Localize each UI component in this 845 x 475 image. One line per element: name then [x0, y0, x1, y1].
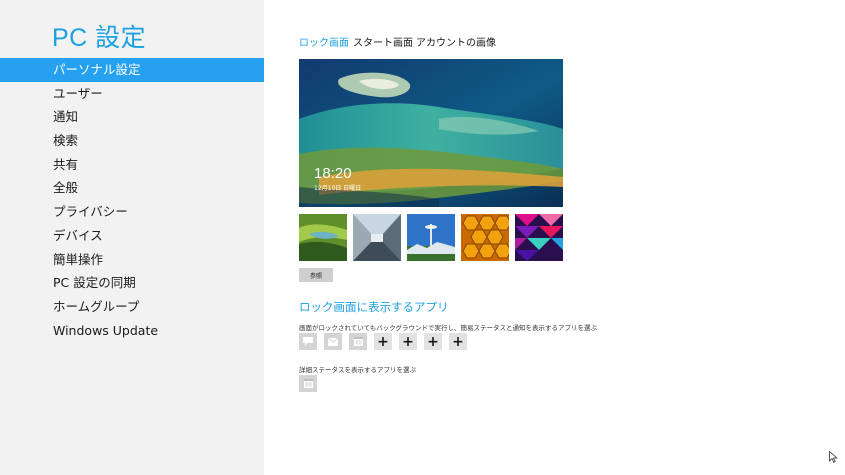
- nav-item-windows-update[interactable]: Windows Update: [0, 319, 264, 343]
- tab-lock-screen[interactable]: ロック画面: [299, 34, 349, 49]
- preview-date: 12月10日 日曜日: [314, 185, 362, 192]
- nav-item-search[interactable]: 検索: [0, 129, 264, 153]
- preview-clock: 18:20: [314, 165, 352, 182]
- plus-icon: +: [377, 333, 389, 350]
- calendar-icon: [353, 337, 363, 346]
- settings-nav: パーソナル設定 ユーザー 通知 検索 共有 全般 プライバシー デバイス 簡単操…: [0, 58, 264, 342]
- tab-account-picture[interactable]: アカウントの画像: [416, 34, 496, 49]
- plus-icon: +: [427, 333, 439, 350]
- mouse-pointer-icon: [829, 451, 838, 463]
- thumbnail-green-valley[interactable]: [299, 214, 347, 261]
- nav-item-users[interactable]: ユーザー: [0, 82, 264, 106]
- messaging-icon: [303, 337, 313, 346]
- quick-status-slot-mail[interactable]: [324, 333, 342, 350]
- nav-item-privacy[interactable]: プライバシー: [0, 200, 264, 224]
- nav-item-notifications[interactable]: 通知: [0, 105, 264, 129]
- quick-status-add-button-3[interactable]: +: [424, 333, 442, 350]
- thumbnail-color-grid[interactable]: [515, 214, 563, 261]
- plus-icon: +: [402, 333, 414, 350]
- settings-sidebar: PC 設定 パーソナル設定 ユーザー 通知 検索 共有 全般 プライバシー デバ…: [0, 0, 264, 475]
- quick-status-add-button-2[interactable]: +: [399, 333, 417, 350]
- quick-status-slot-calendar[interactable]: [349, 333, 367, 350]
- tab-start-screen[interactable]: スタート画面: [353, 34, 413, 49]
- nav-item-share[interactable]: 共有: [0, 153, 264, 177]
- nav-item-sync-settings[interactable]: PC 設定の同期: [0, 271, 264, 295]
- thumbnail-glass-corridor[interactable]: [353, 214, 401, 261]
- quick-status-description: 画面がロックされていてもバックグラウンドで実行し、簡易ステータスと通知を表示する…: [299, 324, 598, 332]
- nav-item-general[interactable]: 全般: [0, 176, 264, 200]
- thumbnail-space-needle[interactable]: [407, 214, 455, 261]
- nav-item-devices[interactable]: デバイス: [0, 224, 264, 248]
- nav-item-ease-of-access[interactable]: 簡単操作: [0, 248, 264, 272]
- calendar-icon: [303, 379, 313, 388]
- browse-button[interactable]: 参照: [299, 268, 333, 282]
- detailed-status-description: 詳細ステータスを表示するアプリを選ぶ: [299, 366, 416, 374]
- quick-status-slot-messaging[interactable]: [299, 333, 317, 350]
- quick-status-add-button-1[interactable]: +: [374, 333, 392, 350]
- nav-item-personalize[interactable]: パーソナル設定: [0, 58, 264, 82]
- mail-icon: [328, 337, 338, 346]
- plus-icon: +: [452, 333, 464, 350]
- nav-item-homegroup[interactable]: ホームグループ: [0, 295, 264, 319]
- lock-screen-preview: 18:20 12月10日 日曜日: [299, 59, 563, 207]
- detailed-status-slot-calendar[interactable]: [299, 375, 317, 392]
- lock-screen-apps-heading: ロック画面に表示するアプリ: [299, 300, 449, 314]
- quick-status-add-button-4[interactable]: +: [449, 333, 467, 350]
- thumbnail-honeycomb[interactable]: [461, 214, 509, 261]
- app-title: PC 設定: [52, 24, 147, 52]
